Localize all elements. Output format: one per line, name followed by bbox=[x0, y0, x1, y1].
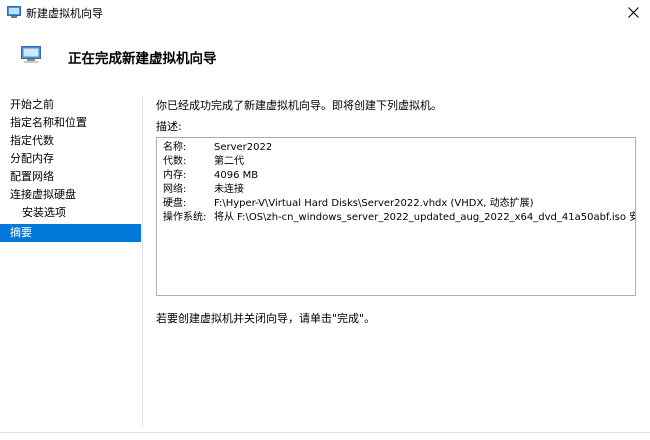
page-title: 正在完成新建虚拟机向导 bbox=[68, 51, 217, 67]
summary-value: 未连接 bbox=[214, 184, 244, 195]
summary-value: Server2022 bbox=[214, 142, 273, 153]
nav-item-label: 分配内存 bbox=[10, 152, 54, 165]
nav-item-name-location[interactable]: 指定名称和位置 bbox=[0, 114, 141, 132]
window-title: 新建虚拟机向导 bbox=[26, 7, 103, 20]
nav-item-label: 指定代数 bbox=[10, 134, 54, 147]
summary-key: 网络: bbox=[163, 184, 187, 195]
nav-item-label: 配置网络 bbox=[10, 170, 54, 183]
hyperv-vm-icon bbox=[7, 6, 21, 18]
wizard-nav: 开始之前 指定名称和位置 指定代数 分配内存 配置网络 连接虚拟硬盘 安装选项 … bbox=[0, 96, 142, 426]
nav-item-memory[interactable]: 分配内存 bbox=[0, 150, 141, 168]
sidebar-divider bbox=[142, 96, 143, 426]
summary-key: 内存: bbox=[163, 170, 187, 181]
bottom-divider bbox=[0, 432, 650, 433]
summary-key: 代数: bbox=[163, 156, 187, 167]
close-button[interactable] bbox=[616, 0, 650, 24]
summary-key: 操作系统: bbox=[163, 212, 207, 223]
intro-text: 你已经成功完成了新建虚拟机向导。即将创建下列虚拟机。 bbox=[156, 99, 442, 112]
wizard-header: 正在完成新建虚拟机向导 bbox=[0, 24, 650, 86]
summary-value: F:\Hyper-V\Virtual Hard Disks\Server2022… bbox=[214, 198, 534, 209]
summary-value: 第二代 bbox=[214, 156, 244, 167]
nav-item-label: 连接虚拟硬盘 bbox=[10, 188, 76, 201]
wizard-window: 新建虚拟机向导 正在完成新建虚拟机向导 开始之前 指定名称和位置 指定代数 分配… bbox=[0, 0, 650, 440]
summary-key: 硬盘: bbox=[163, 198, 187, 209]
footer-instruction: 若要创建虚拟机并关闭向导，请单击"完成"。 bbox=[156, 312, 376, 325]
nav-item-virtual-disk[interactable]: 连接虚拟硬盘 bbox=[0, 186, 141, 204]
nav-item-networking[interactable]: 配置网络 bbox=[0, 168, 141, 186]
nav-item-label: 安装选项 bbox=[22, 206, 66, 219]
nav-item-summary[interactable]: 摘要 bbox=[0, 224, 141, 242]
nav-item-before-you-begin[interactable]: 开始之前 bbox=[0, 96, 141, 114]
nav-item-install-options[interactable]: 安装选项 bbox=[0, 204, 141, 222]
summary-value: 4096 MB bbox=[214, 170, 259, 181]
summary-key: 名称: bbox=[163, 142, 187, 153]
close-icon bbox=[627, 6, 639, 18]
nav-item-label: 指定名称和位置 bbox=[10, 116, 87, 129]
nav-item-generation[interactable]: 指定代数 bbox=[0, 132, 141, 150]
description-label: 描述: bbox=[156, 120, 182, 133]
nav-item-label: 开始之前 bbox=[10, 98, 54, 111]
summary-value: 将从 F:\OS\zh-cn_windows_server_2022_updat… bbox=[214, 212, 636, 223]
nav-item-label: 摘要 bbox=[10, 226, 32, 239]
hyperv-vm-icon bbox=[21, 46, 41, 63]
summary-textbox[interactable]: 名称: Server2022 代数: 第二代 内存: 4096 MB 网络: 未… bbox=[156, 137, 636, 296]
title-bar: 新建虚拟机向导 bbox=[0, 0, 650, 24]
